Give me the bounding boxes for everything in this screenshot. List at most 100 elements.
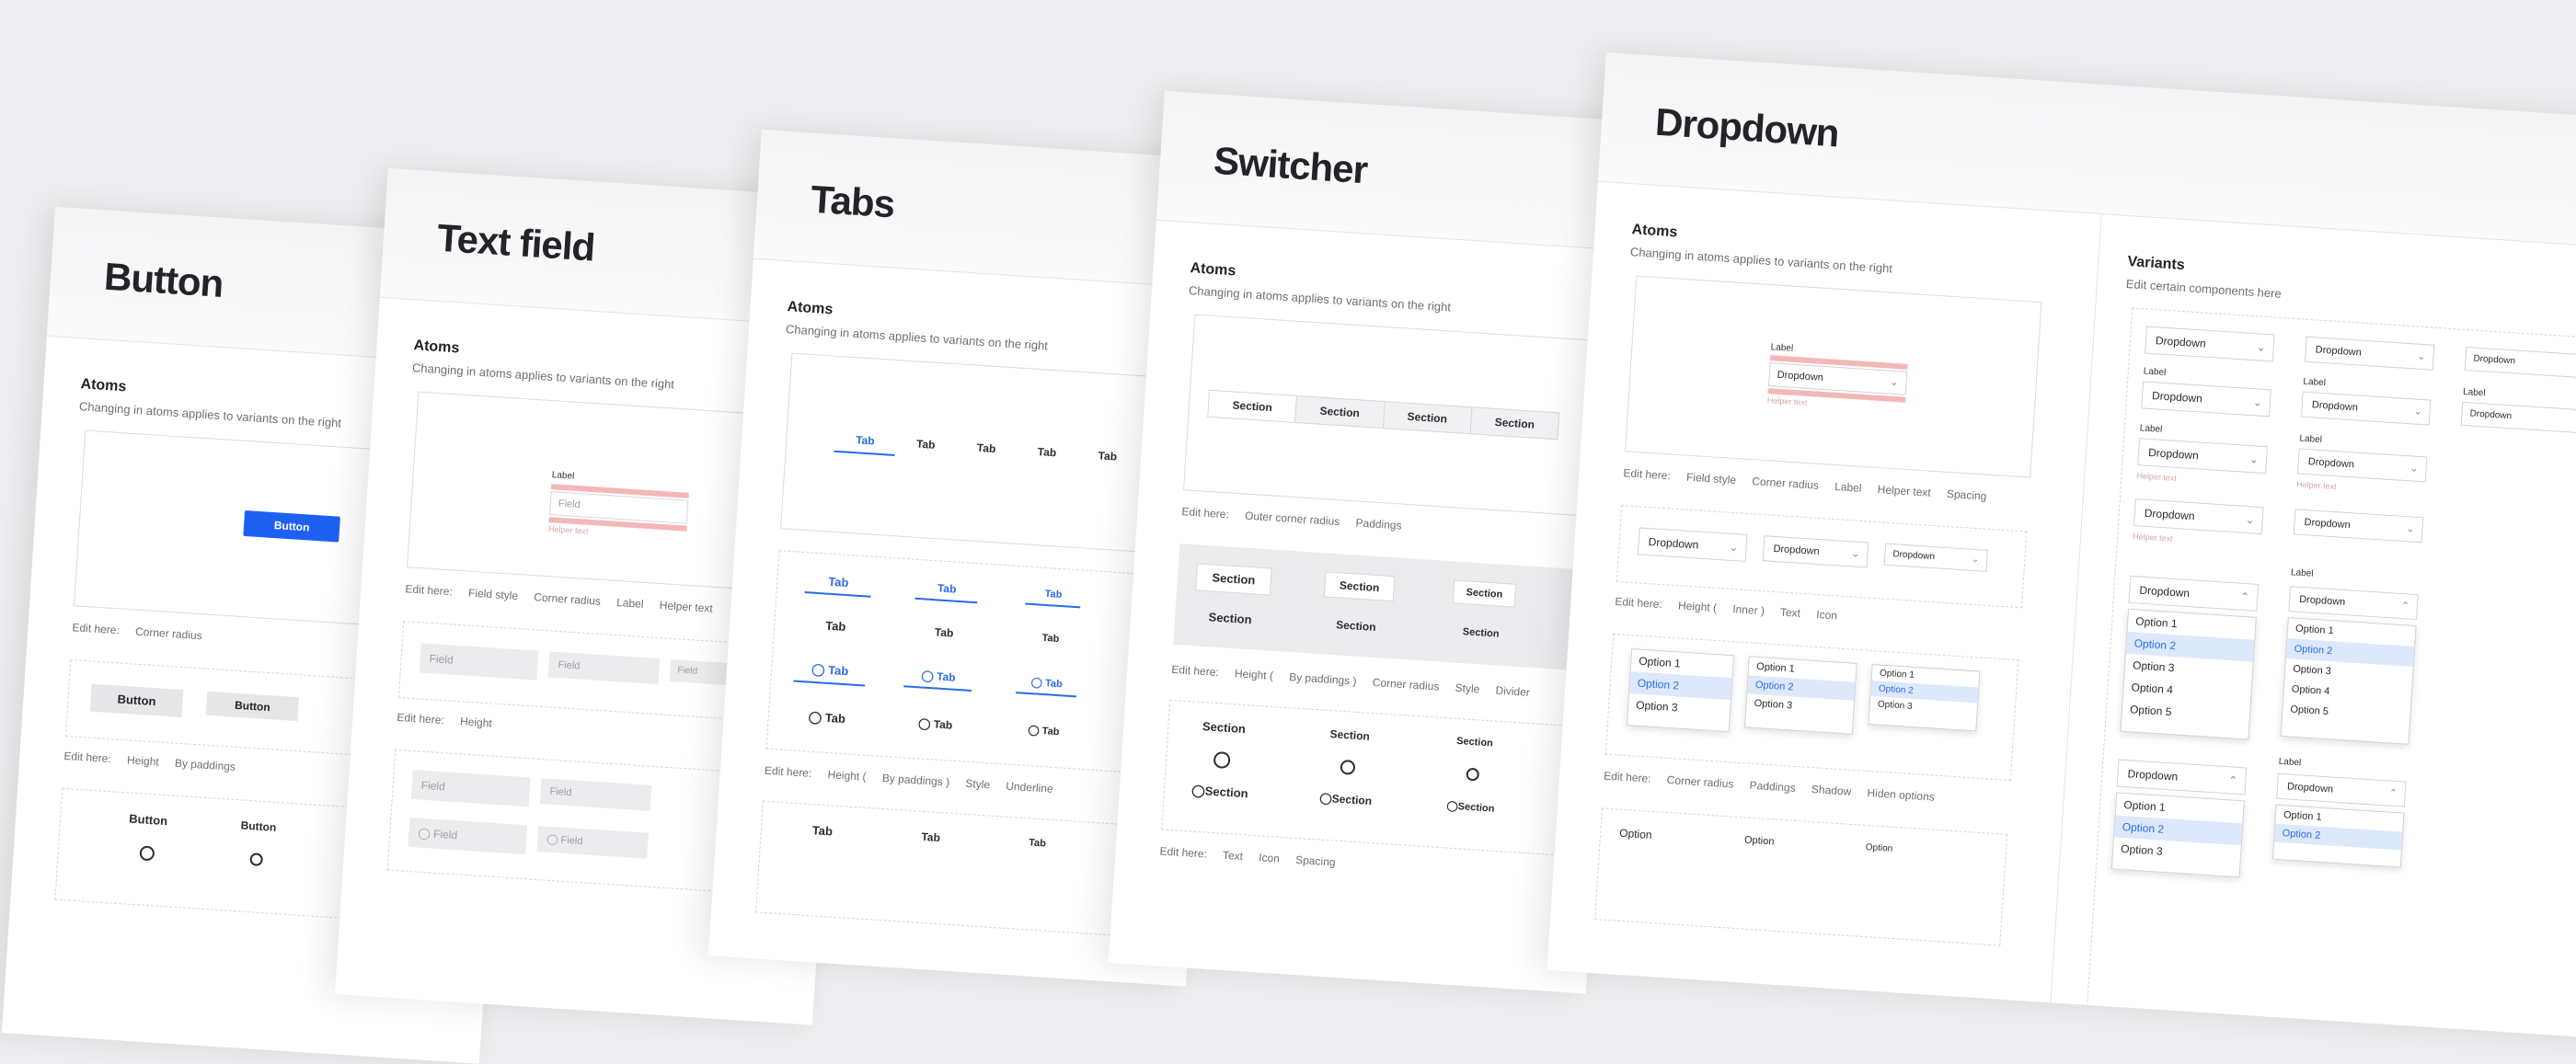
section-active-small[interactable]: Section <box>1452 579 1517 608</box>
dropdown-large[interactable]: Dropdown ⌄ <box>1637 527 1748 562</box>
helper-text-option[interactable]: Helper text <box>659 599 713 615</box>
divider-option[interactable]: Divider <box>1495 684 1530 699</box>
button-icon-small[interactable] <box>249 852 264 867</box>
field-with-icon-large[interactable]: ◯ Field <box>408 817 528 855</box>
height-option[interactable]: Height ( <box>1235 667 1274 682</box>
dropdown-variant[interactable]: Dropdown ⌄ <box>2145 326 2275 362</box>
height-option[interactable]: Height ( <box>827 768 867 784</box>
option-large[interactable]: Option <box>1619 827 1694 844</box>
tab-large[interactable]: Tab <box>789 822 857 841</box>
tab-large[interactable]: Tab <box>802 617 869 635</box>
section-icon-text-large[interactable]: ◯Section <box>1178 783 1263 803</box>
corner-radius-option[interactable]: Corner radius <box>135 625 202 643</box>
label-option[interactable]: Label <box>1834 480 1862 495</box>
button-with-icon-text-small[interactable]: Button <box>217 818 301 836</box>
dropdown-variant-helper-only[interactable]: Dropdown ⌄ <box>2133 498 2264 535</box>
helper-text-option[interactable]: Helper text <box>1877 483 1931 499</box>
segmented-control[interactable]: Section Section Section Section <box>1207 389 1560 440</box>
option-medium[interactable]: Option <box>1744 834 1819 850</box>
button-with-icon-text[interactable]: Button <box>107 810 190 829</box>
style-option[interactable]: Style <box>1455 681 1480 696</box>
tab-small[interactable]: Tab <box>1009 836 1065 851</box>
tab-medium[interactable]: Tab <box>899 829 962 845</box>
corner-radius-option[interactable]: Corner radius <box>1372 676 1439 693</box>
tab-item[interactable]: Tab <box>895 436 957 452</box>
tab-icon-large[interactable]: ◯ Tab <box>790 708 863 727</box>
section-large[interactable]: Section <box>1193 609 1268 627</box>
section-active-medium[interactable]: Section <box>1323 571 1396 602</box>
dropdown-variant-labeled[interactable]: Dropdown ⌄ <box>2300 391 2432 426</box>
section-text-medium[interactable]: Section <box>1316 726 1385 744</box>
style-option[interactable]: Style <box>965 777 991 792</box>
tab-icon-active-large[interactable]: ◯ Tab <box>793 660 867 687</box>
segment[interactable]: Section <box>1294 395 1385 429</box>
section-icon-medium[interactable] <box>1340 759 1356 775</box>
label-option[interactable]: Label <box>616 596 644 611</box>
tab-active-large[interactable]: Tab <box>804 573 872 598</box>
corner-radius-option[interactable]: Corner radius <box>1752 475 1819 492</box>
primary-button[interactable]: Button <box>243 509 340 543</box>
field-with-icon-medium[interactable]: ◯ Field <box>536 826 649 859</box>
segment-active[interactable]: Section <box>1208 390 1297 422</box>
option-small[interactable]: Option <box>1865 842 1939 857</box>
tab-active-medium[interactable]: Tab <box>914 579 979 604</box>
dropdown-variant[interactable]: Dropdown ⌄ <box>2304 336 2435 371</box>
spacing-option[interactable]: Spacing <box>1295 853 1336 869</box>
tab-small[interactable]: Tab <box>1023 631 1079 646</box>
tab-active-small[interactable]: Tab <box>1025 587 1082 609</box>
height-option[interactable]: Height <box>127 753 160 768</box>
field-large[interactable]: Field <box>410 770 531 807</box>
dropdown-variant-labeled[interactable]: Dropdown <box>2460 401 2576 434</box>
segment[interactable]: Section <box>1382 402 1472 434</box>
height-option[interactable]: Height ( <box>1678 599 1718 614</box>
field-medium[interactable]: Field <box>539 778 652 811</box>
button-icon[interactable] <box>139 845 155 862</box>
outer-corner-radius-option[interactable]: Outer corner radius <box>1245 509 1340 529</box>
dropdown-open-short[interactable]: Dropdown ⌃ <box>2116 759 2248 795</box>
corner-radius-option[interactable]: Corner radius <box>1666 773 1733 791</box>
section-icon-large[interactable] <box>1213 750 1231 770</box>
tab-medium[interactable]: Tab <box>913 624 976 641</box>
field-medium[interactable]: Field <box>547 651 661 685</box>
tab-icon-active-medium[interactable]: ◯ Tab <box>903 668 973 692</box>
tab-icon-active-small[interactable]: ◯ Tab <box>1016 675 1078 698</box>
shadow-option[interactable]: Shadow <box>1811 783 1851 798</box>
section-icon-small[interactable] <box>1466 767 1480 782</box>
section-medium[interactable]: Section <box>1322 617 1391 635</box>
dropdown-small[interactable]: Dropdown ⌄ <box>1883 543 1988 572</box>
dropdown-open-short[interactable]: Dropdown ⌃ <box>2276 772 2407 807</box>
inner-option[interactable]: Inner ) <box>1732 602 1765 617</box>
tab-icon-medium[interactable]: ◯ Tab <box>901 715 970 733</box>
section-text-small[interactable]: Section <box>1444 735 1506 749</box>
dropdown-open[interactable]: Dropdown ⌃ <box>2288 586 2419 621</box>
dropdown-variant-helper[interactable]: Dropdown ⌄ <box>2296 448 2428 483</box>
section-icon-text-medium[interactable]: ◯Section <box>1305 791 1386 809</box>
dropdown-variant-helper-only[interactable]: Dropdown ⌄ <box>2293 509 2424 543</box>
section-text-large[interactable]: Section <box>1187 718 1261 737</box>
dropdown-variant[interactable]: Dropdown <box>2464 346 2576 379</box>
tab-item[interactable]: Tab <box>1076 448 1138 464</box>
field-style-option[interactable]: Field style <box>1686 471 1737 486</box>
text-option[interactable]: Text <box>1223 849 1244 863</box>
dropdown-open[interactable]: Dropdown ⌃ <box>2128 575 2260 612</box>
dropdown-variant-labeled[interactable]: Dropdown ⌄ <box>2141 381 2271 418</box>
icon-option[interactable]: Icon <box>1816 608 1838 622</box>
section-icon-text-small[interactable]: ◯Section <box>1434 799 1507 816</box>
paddings-option[interactable]: Paddings <box>1355 516 1402 532</box>
hidden-options-option[interactable]: Hiden options <box>1867 786 1935 804</box>
section-small[interactable]: Section <box>1450 625 1512 640</box>
paddings-option[interactable]: By paddings ) <box>881 772 949 789</box>
tab-item[interactable]: Tab <box>956 440 1018 456</box>
section-active-large[interactable]: Section <box>1195 563 1272 596</box>
height-option[interactable]: Height <box>460 715 493 729</box>
corner-radius-option[interactable]: Corner radius <box>534 590 601 608</box>
dropdown-medium[interactable]: Dropdown ⌄ <box>1762 535 1869 568</box>
spacing-option[interactable]: Spacing <box>1947 487 1987 503</box>
tab-active[interactable]: Tab <box>834 431 896 457</box>
text-option[interactable]: Text <box>1780 605 1801 619</box>
underline-option[interactable]: Underline <box>1006 780 1053 795</box>
icon-option[interactable]: Icon <box>1259 851 1281 864</box>
paddings-option[interactable]: By paddings <box>175 757 236 773</box>
button-large[interactable]: Button <box>89 683 184 718</box>
tab-icon-small[interactable]: ◯ Tab <box>1013 723 1075 738</box>
